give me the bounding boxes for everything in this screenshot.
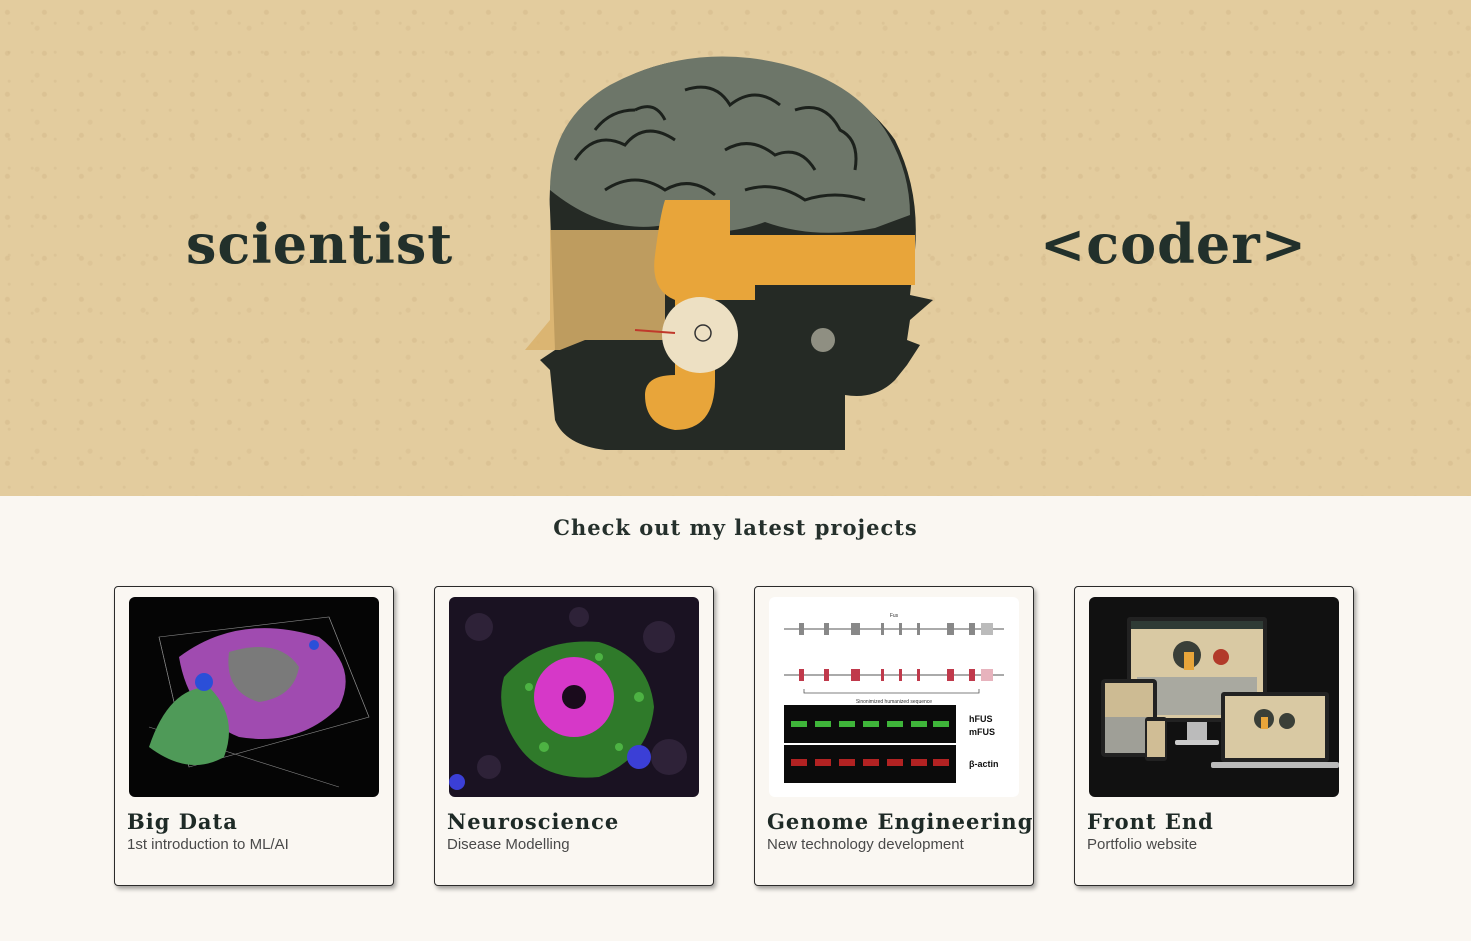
band-label-beta-actin: β-actin [969, 759, 999, 769]
card-title: Big Data [127, 809, 238, 834]
projects-heading: Check out my latest projects [553, 515, 918, 540]
project-card-big-data[interactable]: Big Data 1st introduction to ML/AI [114, 586, 394, 886]
project-card-front-end[interactable]: Front End Portfolio website [1074, 586, 1354, 886]
project-card-neuroscience[interactable]: Neuroscience Disease Modelling [434, 586, 714, 886]
card-title: Neuroscience [447, 809, 620, 834]
card-subtitle: 1st introduction to ML/AI [127, 836, 289, 853]
band-label-hfus: hFUS [969, 714, 993, 724]
front-end-thumbnail [1089, 597, 1339, 797]
band-label-mfus: mFUS [969, 727, 995, 737]
gene-label: Fus [890, 613, 899, 619]
hero-word-coder: <coder> [1040, 212, 1307, 276]
genome-engineering-thumbnail: Fus Sinonimized humanized sequence hFUS … [769, 597, 1019, 797]
brain-head-illustration [525, 56, 933, 450]
project-card-genome-engineering[interactable]: Fus Sinonimized humanized sequence hFUS … [754, 586, 1034, 886]
card-title: Genome Engineering [767, 809, 1034, 834]
card-subtitle: New technology development [767, 836, 964, 853]
hero-word-scientist: scientist [186, 212, 454, 276]
card-subtitle: Portfolio website [1087, 836, 1198, 853]
bracket-label: Sinonimized humanized sequence [856, 699, 932, 705]
card-title: Front End [1087, 809, 1214, 834]
card-subtitle: Disease Modelling [447, 836, 570, 853]
neuroscience-thumbnail [449, 597, 699, 797]
big-data-thumbnail [129, 597, 379, 797]
hero-banner: scientist <coder> [0, 0, 1471, 496]
